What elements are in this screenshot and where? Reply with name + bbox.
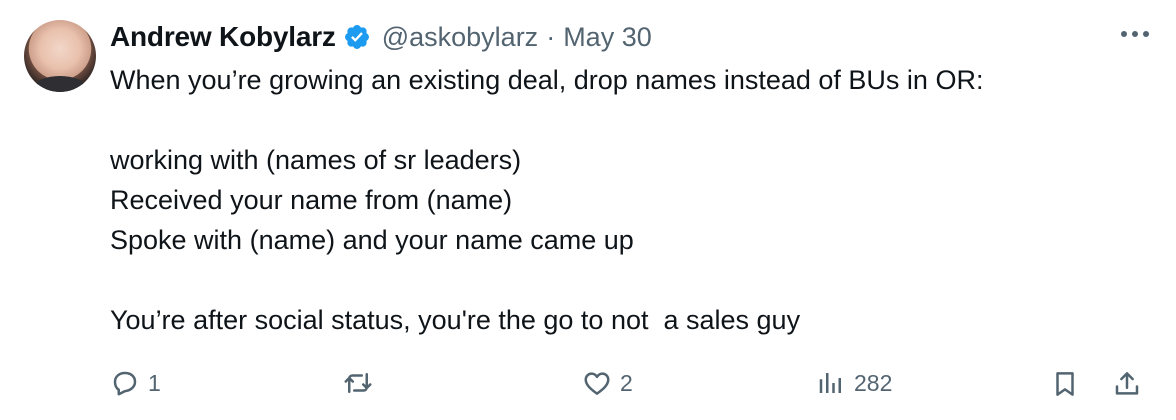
avatar-column bbox=[24, 20, 110, 420]
share-icon bbox=[1115, 372, 1139, 395]
action-bar: 1 2 282 bbox=[110, 362, 1152, 402]
verified-badge-icon bbox=[342, 22, 372, 52]
tweet-content: Andrew Kobylarz @askobylarz · May 30 Whe… bbox=[110, 20, 1152, 420]
views-count: 282 bbox=[854, 369, 893, 396]
bookmark-icon bbox=[1056, 372, 1074, 396]
avatar[interactable] bbox=[24, 20, 96, 92]
reply-count: 1 bbox=[148, 369, 161, 396]
more-options-button[interactable] bbox=[1118, 22, 1152, 46]
reply-button[interactable]: 1 bbox=[110, 368, 161, 398]
reply-icon bbox=[113, 371, 137, 396]
tweet-text: When you’re growing an existing deal, dr… bbox=[110, 65, 984, 335]
share-button[interactable] bbox=[1112, 368, 1142, 400]
tweet-header: Andrew Kobylarz @askobylarz · May 30 bbox=[110, 20, 1152, 54]
bookmark-button[interactable] bbox=[1050, 368, 1080, 400]
author-name[interactable]: Andrew Kobylarz bbox=[110, 21, 336, 53]
tweet-date[interactable]: May 30 bbox=[563, 22, 652, 53]
retweet-button[interactable] bbox=[342, 368, 382, 398]
retweet-icon bbox=[344, 373, 372, 393]
like-button[interactable]: 2 bbox=[582, 368, 633, 398]
more-icon bbox=[1121, 31, 1149, 37]
like-count: 2 bbox=[620, 369, 633, 396]
author-handle[interactable]: @askobylarz bbox=[382, 22, 538, 53]
heart-icon bbox=[584, 372, 610, 395]
tweet-card[interactable]: Andrew Kobylarz @askobylarz · May 30 Whe… bbox=[0, 0, 1176, 420]
header-separator: · bbox=[546, 21, 556, 52]
views-button[interactable]: 282 bbox=[816, 368, 892, 398]
views-icon bbox=[819, 373, 841, 393]
